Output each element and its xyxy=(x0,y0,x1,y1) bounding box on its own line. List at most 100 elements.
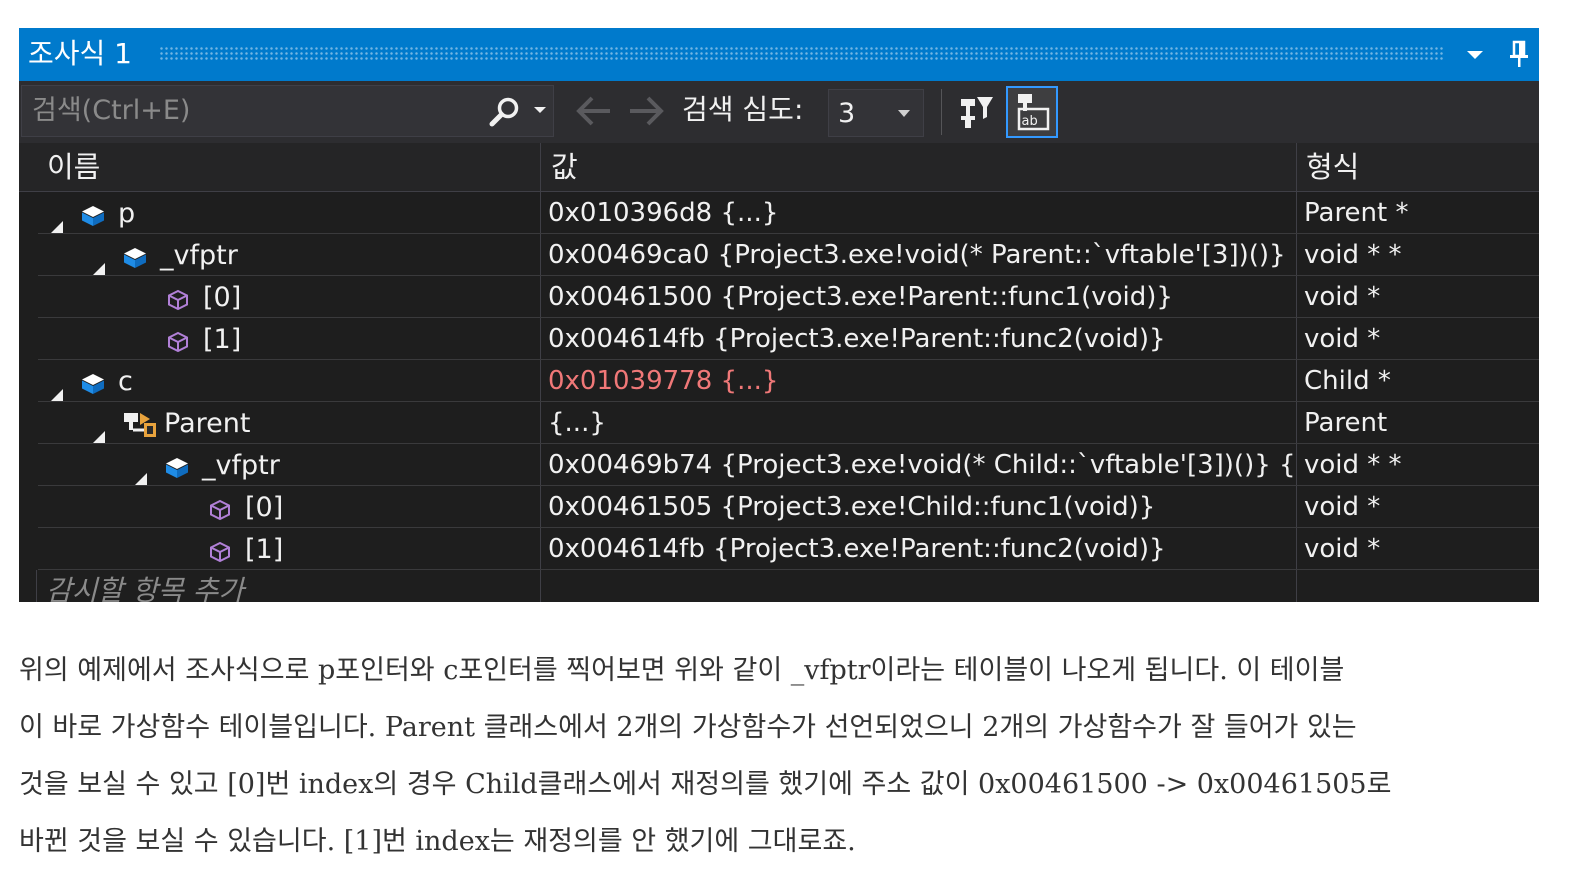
member-icon xyxy=(207,536,233,563)
column-divider xyxy=(540,444,541,486)
column-divider xyxy=(540,402,541,444)
name-cell: [0] xyxy=(19,276,539,317)
expand-triangle-icon[interactable] xyxy=(50,205,64,233)
search-depth-select[interactable]: 3 xyxy=(828,89,924,137)
watch-row[interactable]: Parent {...} Parent xyxy=(19,402,1539,444)
variable-name: [0] xyxy=(245,492,284,523)
paragraph-line: 위의 예제에서 조사식으로 p포인터와 c포인터를 찍어보면 위와 같이 _vf… xyxy=(19,655,1345,686)
type-cell: void * xyxy=(1304,282,1381,312)
type-cell: void * xyxy=(1304,534,1381,564)
name-cell: [1] xyxy=(19,528,539,569)
filter-icon[interactable] xyxy=(957,91,997,131)
expand-triangle-icon[interactable] xyxy=(134,457,148,485)
variable-name: [1] xyxy=(245,534,284,565)
watch-row[interactable]: _vfptr 0x00469ca0 {Project3.exe!void(* Pa… xyxy=(19,234,1539,276)
watch-row[interactable]: [1] 0x004614fb {Project3.exe!Parent::func… xyxy=(19,318,1539,360)
name-cell: [0] xyxy=(19,486,539,527)
column-divider xyxy=(1296,570,1297,602)
toolbar-separator xyxy=(941,89,942,135)
column-divider[interactable] xyxy=(1296,143,1297,192)
column-divider xyxy=(1296,318,1297,360)
column-divider xyxy=(540,570,541,602)
column-divider xyxy=(1296,402,1297,444)
value-cell[interactable]: 0x004614fb {Project3.exe!Parent::func2(v… xyxy=(548,528,1296,569)
column-divider xyxy=(1296,360,1297,402)
watch-row[interactable]: p 0x010396d8 {...} Parent * xyxy=(19,192,1539,234)
column-divider xyxy=(540,360,541,402)
paragraph-line: 바뀐 것을 보실 수 있습니다. [1]번 index는 재정의를 안 했기에 … xyxy=(19,826,856,857)
type-cell: Parent xyxy=(1304,408,1388,438)
object-icon xyxy=(80,200,106,226)
column-divider xyxy=(1296,234,1297,276)
column-divider xyxy=(540,318,541,360)
name-cell: c xyxy=(19,360,539,401)
name-cell: [1] xyxy=(19,318,539,359)
column-divider xyxy=(540,486,541,528)
search-options-dropdown-icon[interactable] xyxy=(532,102,548,118)
column-divider xyxy=(540,234,541,276)
column-divider xyxy=(540,276,541,318)
type-cell: void * * xyxy=(1304,240,1402,270)
chevron-down-icon[interactable] xyxy=(1464,43,1486,65)
value-cell[interactable]: 0x004614fb {Project3.exe!Parent::func2(v… xyxy=(548,318,1296,359)
object-icon xyxy=(164,452,190,478)
type-cell: Child * xyxy=(1304,366,1391,396)
back-arrow-icon[interactable] xyxy=(575,95,613,127)
variable-name: [1] xyxy=(203,324,242,355)
paragraph-line: 것을 보실 수 있고 [0]번 index의 경우 Child클래스에서 재정의… xyxy=(19,769,1392,800)
column-divider xyxy=(36,570,37,602)
add-watch-row[interactable]: 감시할 항목 추가 xyxy=(19,570,1539,602)
value-cell[interactable]: {...} xyxy=(548,402,1296,443)
expand-triangle-icon[interactable] xyxy=(50,373,64,401)
expand-triangle-icon[interactable] xyxy=(92,247,106,275)
value-cell[interactable]: 0x00461500 {Project3.exe!Parent::func1(v… xyxy=(548,276,1296,317)
window-title: 조사식 1 xyxy=(28,37,132,70)
expand-triangle-icon[interactable] xyxy=(92,415,106,443)
search-input[interactable]: 검색(Ctrl+E) xyxy=(21,85,554,137)
watch-row[interactable]: [0] 0x00461505 {Project3.exe!Child::func1… xyxy=(19,486,1539,528)
search-placeholder: 검색(Ctrl+E) xyxy=(32,95,191,126)
column-header-value[interactable]: 값 xyxy=(551,143,578,192)
column-divider xyxy=(1296,444,1297,486)
add-watch-placeholder: 감시할 항목 추가 xyxy=(46,574,245,602)
chevron-down-icon xyxy=(898,110,910,117)
paragraph-line: 이 바로 가상함수 테이블입니다. Parent 클래스에서 2개의 가상함수가… xyxy=(19,712,1357,743)
toolbar: 검색(Ctrl+E) 검색 심도: 3 ab xyxy=(19,81,1539,143)
column-divider xyxy=(540,192,541,234)
member-icon xyxy=(165,326,191,353)
pin-icon[interactable] xyxy=(1508,39,1530,69)
name-cell: _vfptr xyxy=(19,234,539,275)
watch-row[interactable]: [0] 0x00461500 {Project3.exe!Parent::func… xyxy=(19,276,1539,318)
forward-arrow-icon[interactable] xyxy=(627,95,665,127)
object-icon xyxy=(122,242,148,268)
column-header-name[interactable]: 이름 xyxy=(47,143,100,192)
value-cell[interactable]: 0x00469ca0 {Project3.exe!void(* Parent::… xyxy=(548,234,1296,275)
name-cell: Parent xyxy=(19,402,539,443)
value-cell[interactable]: 0x00469b74 {Project3.exe!void(* Child::`… xyxy=(548,444,1296,485)
title-bar[interactable]: 조사식 1 xyxy=(19,28,1539,81)
title-grip[interactable] xyxy=(159,46,1443,62)
watch-row[interactable]: [1] 0x004614fb {Project3.exe!Parent::func… xyxy=(19,528,1539,570)
watch-row[interactable]: _vfptr 0x00469b74 {Project3.exe!void(* Ch… xyxy=(19,444,1539,486)
value-cell[interactable]: 0x01039778 {...} xyxy=(548,360,1296,401)
watch-row[interactable]: c 0x01039778 {...} Child * xyxy=(19,360,1539,402)
variable-name: _vfptr xyxy=(202,450,280,481)
type-cell: void * xyxy=(1304,492,1381,522)
explanation-paragraph: 위의 예제에서 조사식으로 p포인터와 c포인터를 찍어보면 위와 같이 _vf… xyxy=(19,642,1544,870)
search-icon[interactable] xyxy=(488,96,522,128)
column-divider xyxy=(540,528,541,570)
column-divider[interactable] xyxy=(540,143,541,192)
value-cell[interactable]: 0x00461505 {Project3.exe!Child::func1(vo… xyxy=(548,486,1296,527)
name-cell: p xyxy=(19,192,539,233)
member-icon xyxy=(165,284,191,311)
object-icon xyxy=(80,368,106,394)
value-cell[interactable]: 0x010396d8 {...} xyxy=(548,192,1296,233)
member-icon xyxy=(207,494,233,521)
tab-format-icon[interactable]: ab xyxy=(1006,86,1058,138)
variable-name: Parent xyxy=(164,408,251,439)
variable-name: c xyxy=(118,366,133,397)
variable-name: _vfptr xyxy=(160,240,238,271)
svg-text:ab: ab xyxy=(1022,114,1038,129)
column-divider xyxy=(1296,486,1297,528)
column-header-type[interactable]: 형식 xyxy=(1306,143,1359,192)
